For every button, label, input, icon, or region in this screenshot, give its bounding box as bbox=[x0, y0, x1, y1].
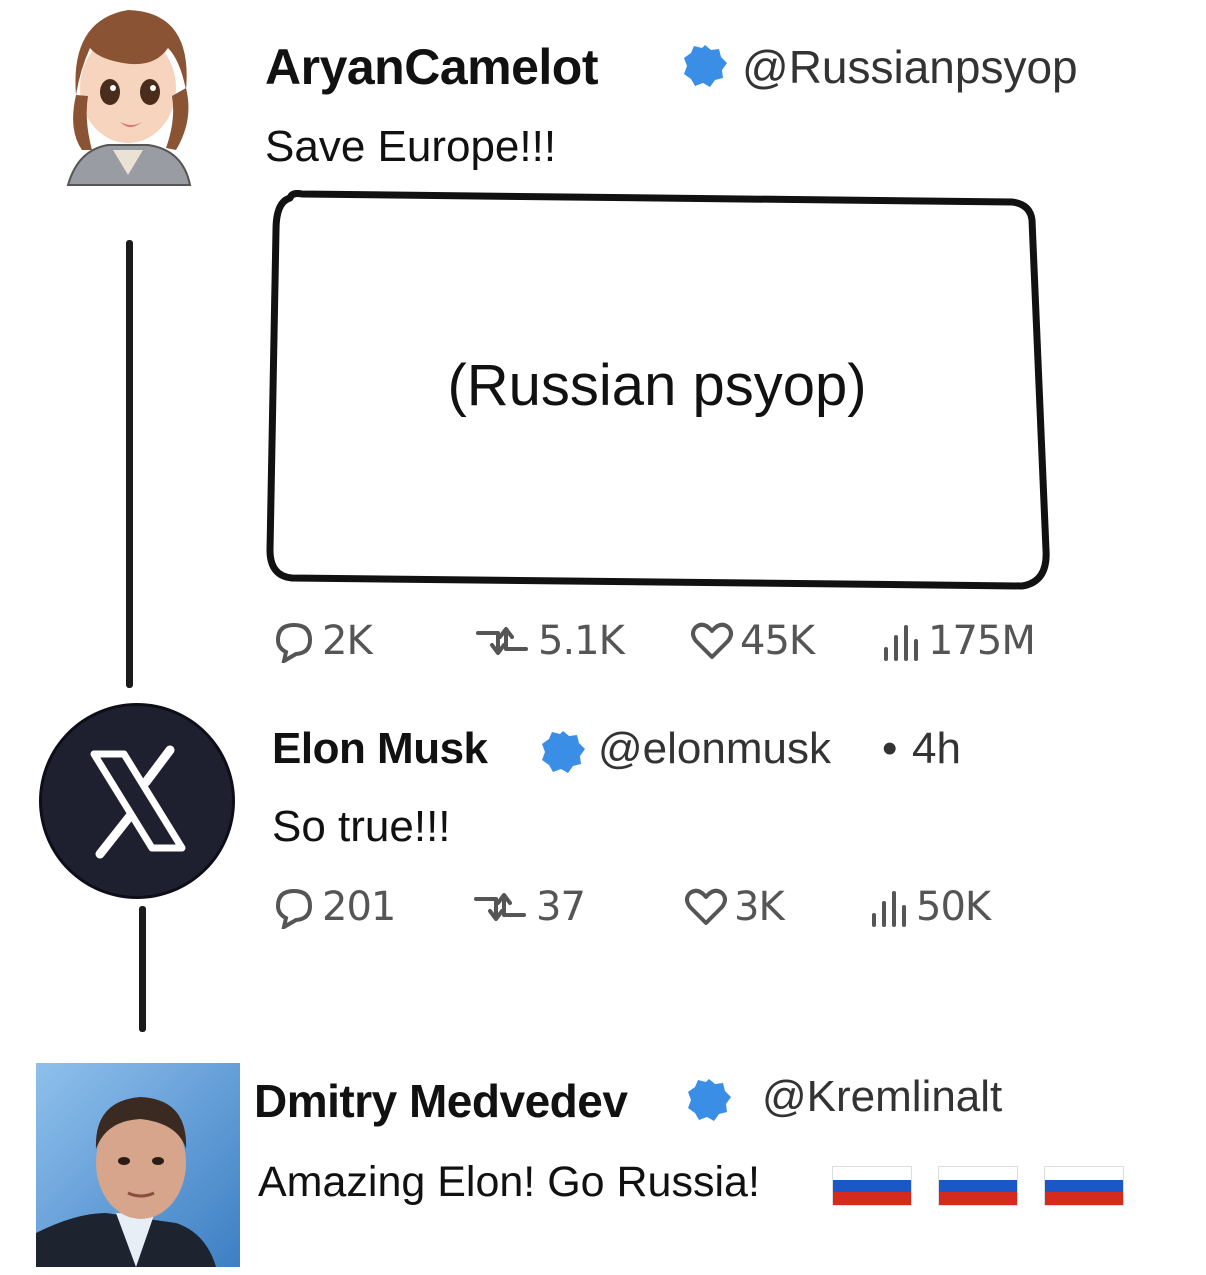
russian-flag-icon bbox=[938, 1166, 1018, 1206]
flag-emoji-group bbox=[832, 1166, 1124, 1206]
anime-girl-avatar-icon bbox=[66, 10, 192, 186]
repost-icon bbox=[476, 627, 528, 655]
repost-count[interactable]: 37 bbox=[470, 884, 586, 930]
analytics-icon bbox=[884, 625, 918, 661]
view-count[interactable]: 50K bbox=[868, 884, 991, 930]
tweet-author-name[interactable]: Dmitry Medvedev bbox=[254, 1074, 628, 1128]
russian-flag-icon bbox=[832, 1166, 912, 1206]
view-count-value: 175M bbox=[928, 618, 1036, 664]
thread-connector-line bbox=[126, 240, 133, 688]
reply-count[interactable]: 2K bbox=[272, 618, 373, 664]
reply-count-value: 2K bbox=[322, 618, 373, 664]
like-count-value: 45K bbox=[740, 618, 815, 664]
russian-flag-icon bbox=[1044, 1166, 1124, 1206]
like-count-value: 3K bbox=[734, 884, 785, 930]
tweet-timestamp[interactable]: 4h bbox=[912, 724, 961, 774]
verified-badge-icon bbox=[542, 731, 585, 773]
view-count[interactable]: 175M bbox=[880, 618, 1036, 664]
like-count[interactable]: 3K bbox=[684, 884, 785, 930]
repost-count[interactable]: 5.1K bbox=[472, 618, 625, 664]
reply-icon bbox=[275, 888, 313, 929]
view-count-value: 50K bbox=[916, 884, 991, 930]
tweet-author-handle[interactable]: @Kremlinalt bbox=[762, 1072, 1002, 1122]
reply-icon bbox=[275, 622, 313, 663]
heart-icon bbox=[685, 888, 727, 925]
tweet-author-handle[interactable]: @elonmusk bbox=[598, 724, 831, 774]
tweet-text: Save Europe!!! bbox=[265, 122, 557, 171]
avatar[interactable] bbox=[42, 706, 232, 896]
tweet-author-handle[interactable]: @Russianpsyop bbox=[742, 40, 1078, 94]
avatar[interactable] bbox=[58, 0, 198, 190]
reply-count[interactable]: 201 bbox=[272, 884, 396, 930]
repost-count-value: 5.1K bbox=[538, 618, 625, 664]
tweet-text: Amazing Elon! Go Russia! bbox=[258, 1158, 760, 1206]
repost-count-value: 37 bbox=[536, 884, 586, 930]
tweet-author-name[interactable]: Elon Musk bbox=[272, 724, 488, 774]
x-logo-icon bbox=[90, 745, 186, 859]
avatar[interactable] bbox=[36, 1063, 240, 1267]
tweet-author-name[interactable]: AryanCamelot bbox=[265, 38, 599, 96]
repost-icon bbox=[474, 893, 526, 921]
tweet-text: So true!!! bbox=[272, 802, 451, 851]
reply-count-value: 201 bbox=[322, 884, 396, 930]
like-count[interactable]: 45K bbox=[690, 618, 815, 664]
verified-badge-icon bbox=[684, 45, 727, 87]
analytics-icon bbox=[872, 891, 906, 927]
verified-badge-icon bbox=[688, 1079, 731, 1121]
media-caption: (Russian psyop) bbox=[447, 353, 867, 418]
thread-connector-line bbox=[139, 906, 146, 1032]
portrait-photo-avatar-icon bbox=[36, 1063, 240, 1267]
heart-icon bbox=[691, 622, 733, 659]
tweet-separator-dot: • bbox=[882, 724, 898, 773]
